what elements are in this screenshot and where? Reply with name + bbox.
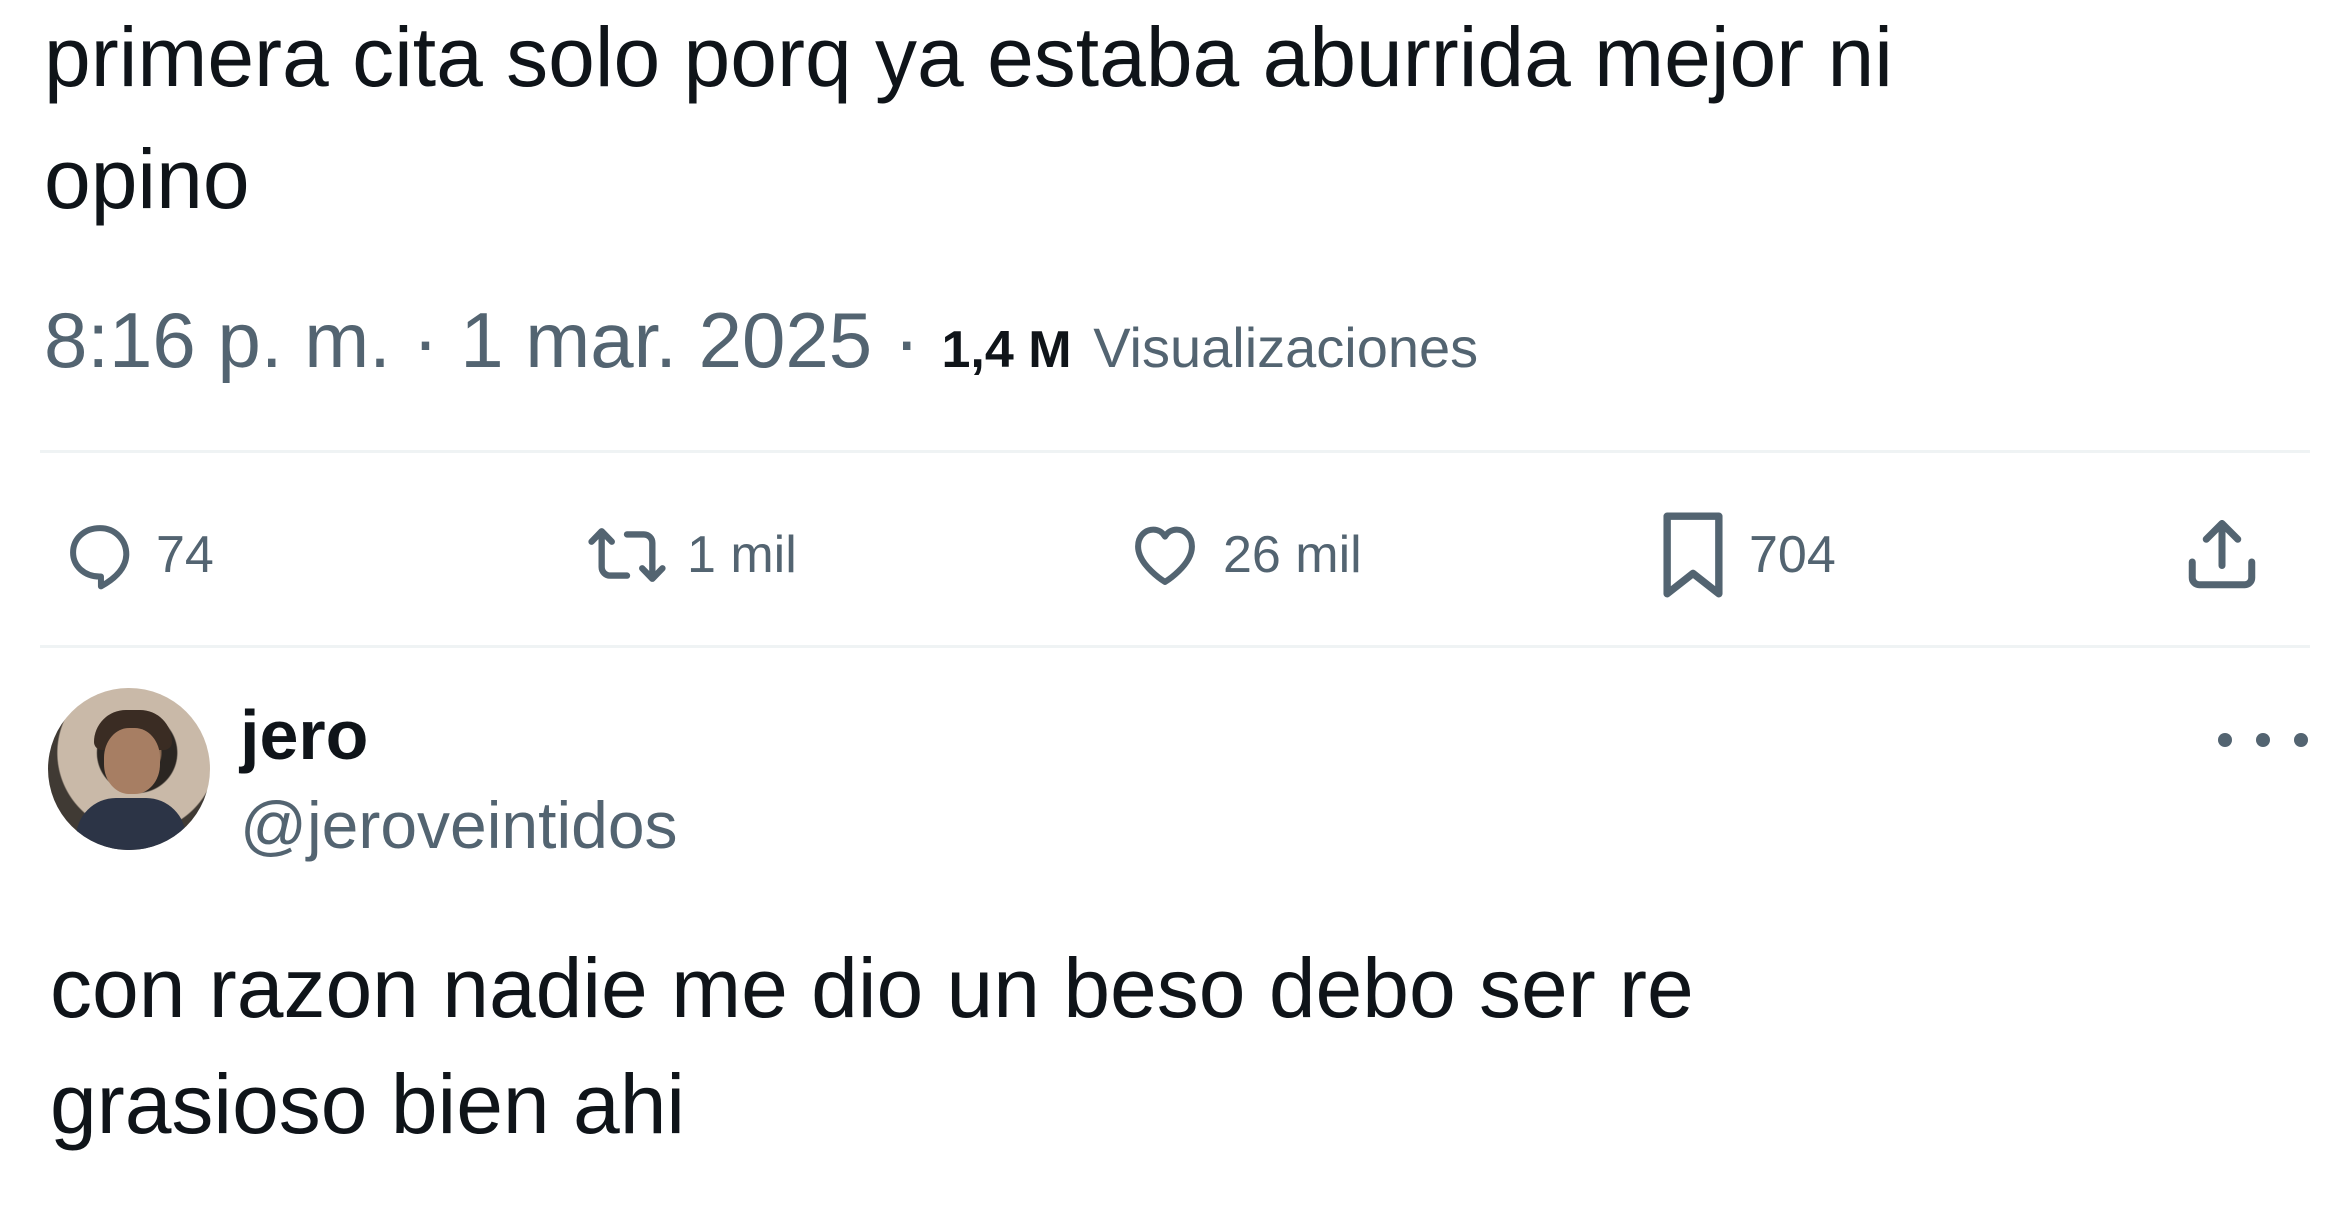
user-handle[interactable]: @jeroveintidos: [240, 780, 678, 870]
share-icon: [2180, 513, 2264, 597]
retweet-count: 1 mil: [687, 526, 797, 584]
reply-icon: [62, 517, 138, 593]
display-name[interactable]: jero: [240, 690, 368, 780]
more-button[interactable]: [2218, 720, 2308, 760]
retweet-button[interactable]: 1 mil: [585, 490, 797, 620]
bookmark-count: 704: [1749, 526, 1836, 584]
tweet-meta: 8:16 p. m. · 1 mar. 2025 · 1,4 M Visuali…: [44, 290, 1478, 400]
bookmark-button[interactable]: 704: [1655, 490, 1836, 620]
more-icon: [2294, 733, 2308, 747]
views-label: Visualizaciones: [1093, 316, 1479, 379]
tweet-actions-bar: 74 1 mil 26 mil 704: [0, 490, 2350, 620]
heart-icon: [1125, 517, 1205, 593]
avatar[interactable]: [48, 688, 210, 850]
divider: [40, 450, 2310, 453]
meta-separator: ·: [390, 296, 461, 384]
share-button[interactable]: [2180, 490, 2264, 620]
reply-count: 74: [156, 526, 214, 584]
reply-text-line: con razon nadie me dio un beso debo ser …: [50, 941, 1694, 1035]
avatar-face: [104, 728, 160, 794]
tweet-text-line: opino: [44, 132, 250, 226]
divider: [40, 645, 2310, 648]
meta-separator: ·: [872, 296, 942, 384]
like-count: 26 mil: [1223, 526, 1362, 584]
tweet-text: primera cita solo porq ya estaba aburrid…: [44, 0, 2304, 240]
more-icon: [2218, 733, 2232, 747]
reply-button[interactable]: 74: [62, 490, 214, 620]
retweet-icon: [585, 517, 669, 593]
avatar-shirt: [76, 798, 186, 850]
tweet-text-line: primera cita solo porq ya estaba aburrid…: [44, 10, 1893, 104]
reply-text-line: grasioso bien ahi: [50, 1057, 686, 1151]
reply-text: con razon nadie me dio un beso debo ser …: [50, 930, 2310, 1162]
like-button[interactable]: 26 mil: [1125, 490, 1362, 620]
tweet-time[interactable]: 8:16 p. m.: [44, 296, 391, 384]
tweet-date[interactable]: 1 mar. 2025: [460, 296, 872, 384]
more-icon: [2256, 733, 2270, 747]
views-count: 1,4 M: [941, 321, 1072, 379]
bookmark-icon: [1655, 507, 1731, 603]
